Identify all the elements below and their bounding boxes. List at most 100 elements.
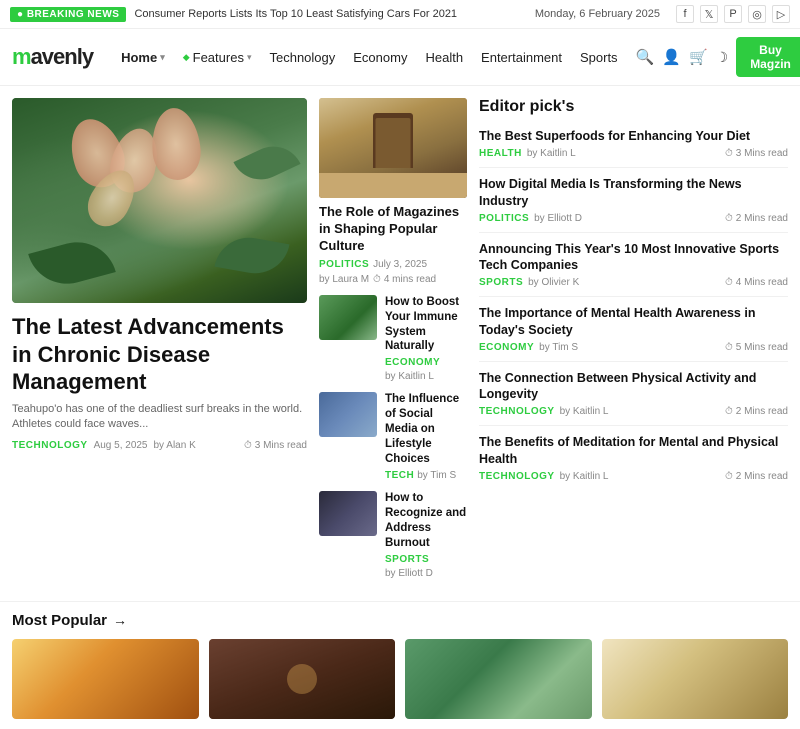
pick-tag-5[interactable]: TECHNOLOGY <box>479 471 555 482</box>
diamond-icon: ◆ <box>183 52 190 63</box>
popular-card-0[interactable] <box>12 639 199 719</box>
hero-meta: TECHNOLOGY Aug 5, 2025 by Alan K ⏱ 3 Min… <box>12 440 307 451</box>
small-meta-2: SPORTS by Elliott D <box>385 554 467 579</box>
buy-button[interactable]: Buy Magzin <box>736 37 800 77</box>
twitter-icon[interactable]: 𝕏 <box>700 5 718 23</box>
editor-picks: Editor pick's The Best Superfoods for En… <box>479 98 788 589</box>
popular-card-2[interactable] <box>405 639 592 719</box>
pick-author-0: by Kaitlin L <box>527 148 576 159</box>
hero-article: The Latest Advancements in Chronic Disea… <box>12 98 307 589</box>
pick-read-4: ⏱ 2 Mins read <box>725 406 788 417</box>
logo-text: avenly <box>31 44 94 69</box>
logo-m: m <box>12 44 31 69</box>
cart-icon[interactable]: 🛒 <box>689 48 708 66</box>
hero-date: Aug 5, 2025 <box>94 440 148 451</box>
clock-icon: ⏱ <box>725 213 733 224</box>
pick-author-5: by Kaitlin L <box>560 471 609 482</box>
nav-sports[interactable]: Sports <box>572 45 626 70</box>
small-meta-0: ECONOMY by Kaitlin L <box>385 357 467 382</box>
most-popular-header: Most Popular → <box>12 612 788 629</box>
breaking-tag: ● BREAKING NEWS <box>10 7 126 22</box>
featured-image <box>319 98 467 198</box>
pick-tag-4[interactable]: TECHNOLOGY <box>479 406 555 417</box>
pick-tag-0[interactable]: HEALTH <box>479 148 522 159</box>
clock-icon: ⏱ <box>725 406 733 417</box>
header-actions: 🔍 👤 🛒 ☽ Buy Magzin ≡ <box>636 37 800 77</box>
featured-author: by Laura M <box>319 274 369 285</box>
user-icon[interactable]: 👤 <box>662 48 681 66</box>
pinterest-icon[interactable]: P <box>724 5 742 23</box>
most-popular-section: Most Popular → <box>0 601 800 729</box>
main-content: The Latest Advancements in Chronic Disea… <box>0 86 800 601</box>
clock-icon: ⏱ <box>244 440 252 451</box>
pick-meta-5: TECHNOLOGY by Kaitlin L ⏱ 2 Mins read <box>479 471 788 482</box>
facebook-icon[interactable]: f <box>676 5 694 23</box>
nav-entertainment[interactable]: Entertainment <box>473 45 570 70</box>
pick-title-2: Announcing This Year's 10 Most Innovativ… <box>479 241 788 274</box>
small-author-0: by Kaitlin L <box>385 371 434 382</box>
small-image-1 <box>319 392 377 437</box>
pick-read-3: ⏱ 5 Mins read <box>725 342 788 353</box>
small-author-2: by Elliott D <box>385 568 433 579</box>
clock-icon: ⏱ <box>373 274 381 285</box>
breaking-bar: ● BREAKING NEWS Consumer Reports Lists I… <box>0 0 800 29</box>
small-tag-0[interactable]: ECONOMY <box>385 357 440 368</box>
search-icon[interactable]: 🔍 <box>636 48 655 66</box>
small-title-2: How to Recognize and Address Burnout <box>385 491 467 551</box>
featured-date: July 3, 2025 <box>373 259 427 270</box>
pick-title-4: The Connection Between Physical Activity… <box>479 370 788 403</box>
small-tag-2[interactable]: SPORTS <box>385 554 429 565</box>
pick-meta-0: HEALTH by Kaitlin L ⏱ 3 Mins read <box>479 148 788 159</box>
pick-author-4: by Kaitlin L <box>560 406 609 417</box>
breaking-right: Monday, 6 February 2025 f 𝕏 P ◎ ▷ <box>535 5 790 23</box>
clock-icon: ⏱ <box>725 277 733 288</box>
nav-health[interactable]: Health <box>417 45 471 70</box>
hero-subtitle: Teahupo'o has one of the deadliest surf … <box>12 402 307 433</box>
nav-features[interactable]: ◆ Features ▾ <box>175 45 260 70</box>
logo[interactable]: mavenly <box>12 44 93 70</box>
pick-author-1: by Elliott D <box>534 213 582 224</box>
small-author-1: by Tim S <box>417 470 456 481</box>
pick-title-1: How Digital Media Is Transforming the Ne… <box>479 176 788 209</box>
pick-tag-1[interactable]: POLITICS <box>479 213 529 224</box>
small-article-0: How to Boost Your Immune System Naturall… <box>319 295 467 383</box>
small-title-0: How to Boost Your Immune System Naturall… <box>385 295 467 355</box>
hero-tag[interactable]: TECHNOLOGY <box>12 440 88 451</box>
popular-grid <box>12 639 788 719</box>
pick-meta-1: POLITICS by Elliott D ⏱ 2 Mins read <box>479 213 788 224</box>
pick-read-5: ⏱ 2 Mins read <box>725 471 788 482</box>
small-content-2: How to Recognize and Address Burnout SPO… <box>385 491 467 579</box>
popular-card-3[interactable] <box>602 639 789 719</box>
main-nav: Home ▾ ◆ Features ▾ Technology Economy H… <box>113 45 626 70</box>
pick-item-2: Announcing This Year's 10 Most Innovativ… <box>479 241 788 298</box>
nav-home[interactable]: Home ▾ <box>113 45 173 70</box>
header: mavenly Home ▾ ◆ Features ▾ Technology E… <box>0 29 800 86</box>
featured-article: The Role of Magazines in Shaping Popular… <box>319 98 467 285</box>
pick-tag-3[interactable]: ECONOMY <box>479 342 534 353</box>
editor-picks-title: Editor pick's <box>479 98 788 116</box>
popular-card-1[interactable] <box>209 639 396 719</box>
clock-icon: ⏱ <box>725 342 733 353</box>
breaking-text: Consumer Reports Lists Its Top 10 Least … <box>134 8 457 20</box>
nav-economy[interactable]: Economy <box>345 45 415 70</box>
pick-read-1: ⏱ 2 Mins read <box>725 213 788 224</box>
featured-tag[interactable]: POLITICS <box>319 259 369 270</box>
nav-technology[interactable]: Technology <box>261 45 343 70</box>
pick-author-2: by Olivier K <box>528 277 579 288</box>
pick-tag-2[interactable]: SPORTS <box>479 277 523 288</box>
youtube-icon[interactable]: ▷ <box>772 5 790 23</box>
chevron-icon: ▾ <box>247 52 252 63</box>
featured-meta: POLITICS July 3, 2025 by Laura M ⏱ 4 min… <box>319 259 467 285</box>
featured-read: ⏱ 4 mins read <box>373 274 436 285</box>
instagram-icon[interactable]: ◎ <box>748 5 766 23</box>
pick-item-0: The Best Superfoods for Enhancing Your D… <box>479 128 788 168</box>
hero-read-time: ⏱ 3 Mins read <box>244 440 307 451</box>
arrow-icon[interactable]: → <box>113 612 127 628</box>
pick-title-5: The Benefits of Meditation for Mental an… <box>479 434 788 467</box>
small-tag-1[interactable]: TECH <box>385 470 414 481</box>
hero-image <box>12 98 307 303</box>
pick-read-2: ⏱ 4 Mins read <box>725 277 788 288</box>
theme-toggle-icon[interactable]: ☽ <box>716 49 729 66</box>
small-title-1: The Influence of Social Media on Lifesty… <box>385 392 467 467</box>
hero-author: by Alan K <box>154 440 196 451</box>
